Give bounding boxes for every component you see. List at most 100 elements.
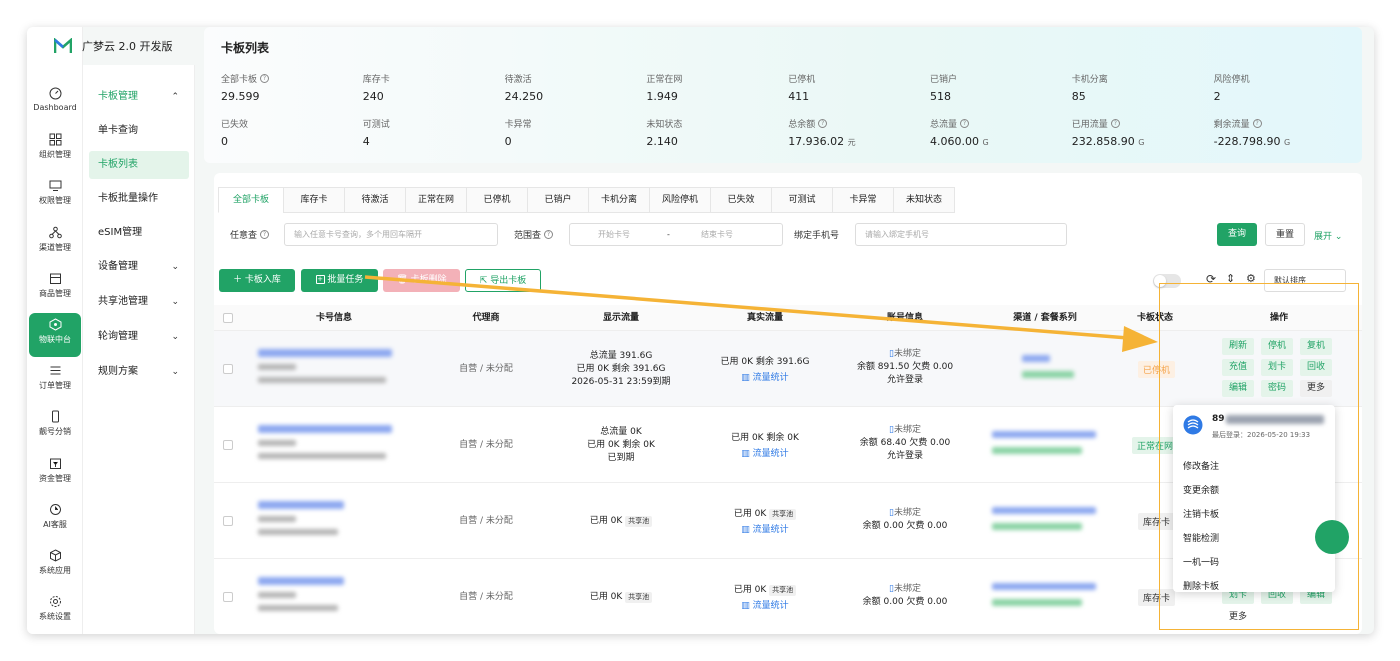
tab-6[interactable]: 卡机分离 bbox=[588, 187, 650, 213]
tab-5[interactable]: 已销户 bbox=[527, 187, 589, 213]
icon-rail: 广梦云 2.0 开发版 Dashboard 组织管理权限管理渠道管理 商品管理 物联中… bbox=[27, 27, 173, 634]
tab-2[interactable]: 待激活 bbox=[344, 187, 406, 213]
column-header-3[interactable]: 真实流量 bbox=[695, 305, 835, 331]
pool-tag: 共享池 bbox=[625, 515, 653, 527]
traffic-stats-link[interactable]: ▥ 流量统计 bbox=[695, 524, 835, 537]
range-start[interactable]: 开始卡号 bbox=[598, 224, 630, 245]
row-checkbox[interactable] bbox=[223, 516, 233, 526]
add-card-button[interactable]: ＋ 卡板入库 bbox=[219, 269, 295, 292]
card-info[interactable] bbox=[258, 577, 408, 611]
help-icon[interactable]: ? bbox=[1252, 119, 1262, 128]
submenu-item-0[interactable]: 卡板管理 ⌃ bbox=[89, 83, 189, 111]
column-header-1[interactable]: 代理商 bbox=[426, 305, 546, 331]
agent-cell: 自营 / 未分配 bbox=[459, 364, 513, 374]
rail-item-8[interactable]: 资金管理 bbox=[29, 452, 81, 496]
rail-item-7[interactable]: 靓号分销 bbox=[29, 405, 81, 449]
rail-item-11[interactable]: 系统设置 bbox=[29, 590, 81, 634]
submenu-label: 单卡查询 bbox=[98, 125, 138, 136]
column-header-2[interactable]: 显示流量 bbox=[547, 305, 695, 331]
rail-item-label: AI客服 bbox=[43, 519, 67, 529]
batch-icon: + bbox=[315, 275, 325, 284]
rail-item-0[interactable]: Dashboard bbox=[29, 82, 81, 126]
traffic-stats-link[interactable]: ▥ 流量统计 bbox=[695, 372, 835, 385]
column-header-5[interactable]: 渠道 / 套餐系列 bbox=[975, 305, 1115, 331]
submenu-item-7[interactable]: 轮询管理 ⌄ bbox=[89, 323, 189, 351]
any-query-input[interactable]: 输入任意卡号查询，多个用回车隔开 bbox=[284, 223, 498, 246]
tab-9[interactable]: 可测试 bbox=[771, 187, 833, 213]
tab-11[interactable]: 未知状态 bbox=[893, 187, 955, 213]
rail-item-9[interactable]: AI客服 bbox=[29, 498, 81, 542]
trash-icon: 🗑 bbox=[396, 275, 408, 285]
help-icon[interactable]: ? bbox=[960, 119, 970, 128]
traffic-stats-link[interactable]: ▥ 流量统计 bbox=[695, 600, 835, 613]
submenu-item-8[interactable]: 规则方案 ⌄ bbox=[89, 358, 189, 386]
help-icon[interactable]: ? bbox=[260, 230, 270, 239]
row-checkbox[interactable] bbox=[223, 592, 233, 602]
tab-1[interactable]: 库存卡 bbox=[283, 187, 345, 213]
help-icon[interactable]: ? bbox=[1110, 119, 1120, 128]
rail-item-10[interactable]: 系统应用 bbox=[29, 544, 81, 588]
brand-row: 广梦云 2.0 开发版 bbox=[27, 27, 207, 65]
rail-item-6[interactable]: 订单管理 bbox=[29, 359, 81, 403]
chevron-icon: ⌄ bbox=[171, 332, 179, 342]
pool-tag: 共享池 bbox=[769, 585, 797, 596]
phone-icon: ▯ bbox=[889, 425, 894, 435]
phone-input[interactable]: 请输入绑定手机号 bbox=[855, 223, 1067, 246]
rail-item-1[interactable]: 组织管理 bbox=[29, 128, 81, 172]
tab-0[interactable]: 全部卡板 bbox=[218, 187, 284, 213]
rail-item-label: 权限管理 bbox=[39, 196, 71, 206]
tab-8[interactable]: 已失效 bbox=[710, 187, 772, 213]
stat-value: 232.858.90 G bbox=[1071, 135, 1145, 148]
help-icon[interactable]: ? bbox=[260, 74, 270, 83]
card-info[interactable] bbox=[258, 349, 408, 383]
rail-item-label: 订单管理 bbox=[39, 381, 71, 391]
tab-3[interactable]: 正常在网 bbox=[405, 187, 467, 213]
stat-label: 正常在网 bbox=[646, 75, 683, 85]
submenu-item-4[interactable]: eSIM管理 bbox=[89, 219, 189, 247]
list-icon bbox=[50, 366, 60, 375]
range-query-input[interactable]: 开始卡号 - 结束卡号 bbox=[569, 223, 783, 246]
stat-3: 正常在网 1.949 bbox=[646, 72, 786, 103]
card-info[interactable] bbox=[258, 425, 408, 459]
traffic-stats-link[interactable]: ▥ 流量统计 bbox=[695, 448, 835, 461]
tab-4[interactable]: 已停机 bbox=[466, 187, 528, 213]
select-all-checkbox[interactable] bbox=[223, 313, 233, 323]
phone-label: 绑定手机号 bbox=[794, 231, 840, 241]
rail-item-4[interactable]: 商品管理 bbox=[29, 267, 81, 311]
batch-task-button[interactable]: + 批量任务 bbox=[301, 269, 378, 292]
shop-icon bbox=[49, 273, 61, 284]
delete-card-button[interactable]: 🗑 卡板删除 bbox=[383, 269, 460, 292]
ai-icon bbox=[49, 503, 61, 515]
card-info[interactable] bbox=[258, 501, 408, 535]
help-icon[interactable]: ? bbox=[544, 230, 554, 239]
tab-10[interactable]: 卡异常 bbox=[832, 187, 894, 213]
rail-item-2[interactable]: 权限管理 bbox=[29, 174, 81, 218]
rail-item-5[interactable]: 物联中台 bbox=[29, 313, 81, 357]
range-end[interactable]: 结束卡号 bbox=[701, 224, 733, 245]
tab-7[interactable]: 风险停机 bbox=[649, 187, 711, 213]
row-checkbox[interactable] bbox=[223, 364, 233, 374]
reset-button[interactable]: 重置 bbox=[1265, 223, 1305, 246]
submenu-item-6[interactable]: 共享池管理 ⌄ bbox=[89, 288, 189, 316]
brand-name: 广梦云 2.0 开发版 bbox=[82, 40, 173, 53]
submenu-item-5[interactable]: 设备管理 ⌄ bbox=[89, 253, 189, 281]
stat-value: 85 bbox=[1071, 90, 1086, 103]
query-button[interactable]: 查询 bbox=[1217, 223, 1257, 246]
range-query-text: 范围查 bbox=[514, 231, 542, 241]
submenu-item-1[interactable]: 单卡查询 bbox=[89, 117, 189, 145]
display-traffic-cell: 总流量 0K 已用 0K 剩余 0K 已到期 bbox=[587, 426, 655, 463]
column-header-4[interactable]: 账号信息 bbox=[835, 305, 975, 331]
bar-chart-icon: ▥ bbox=[741, 525, 750, 535]
row-checkbox[interactable] bbox=[223, 440, 233, 450]
rail-item-3[interactable]: 渠道管理 bbox=[29, 221, 81, 265]
export-card-button[interactable]: ⇱ 导出卡板 bbox=[465, 269, 541, 292]
help-icon[interactable]: ? bbox=[818, 119, 828, 128]
submenu-item-3[interactable]: 卡板批量操作 bbox=[89, 185, 189, 213]
stat-12: 总余额? 17.936.02 元 bbox=[788, 117, 928, 148]
submenu-item-2[interactable]: 卡板列表 bbox=[89, 151, 189, 179]
org-icon bbox=[49, 133, 61, 146]
expand-link[interactable]: 展开 ⌄ bbox=[1314, 229, 1342, 242]
account-cell: ▯未绑定 余额 0.00 欠费 0.00 bbox=[862, 584, 948, 607]
column-header-0[interactable]: 卡号信息 bbox=[244, 305, 424, 331]
range-separator: - bbox=[667, 230, 670, 239]
